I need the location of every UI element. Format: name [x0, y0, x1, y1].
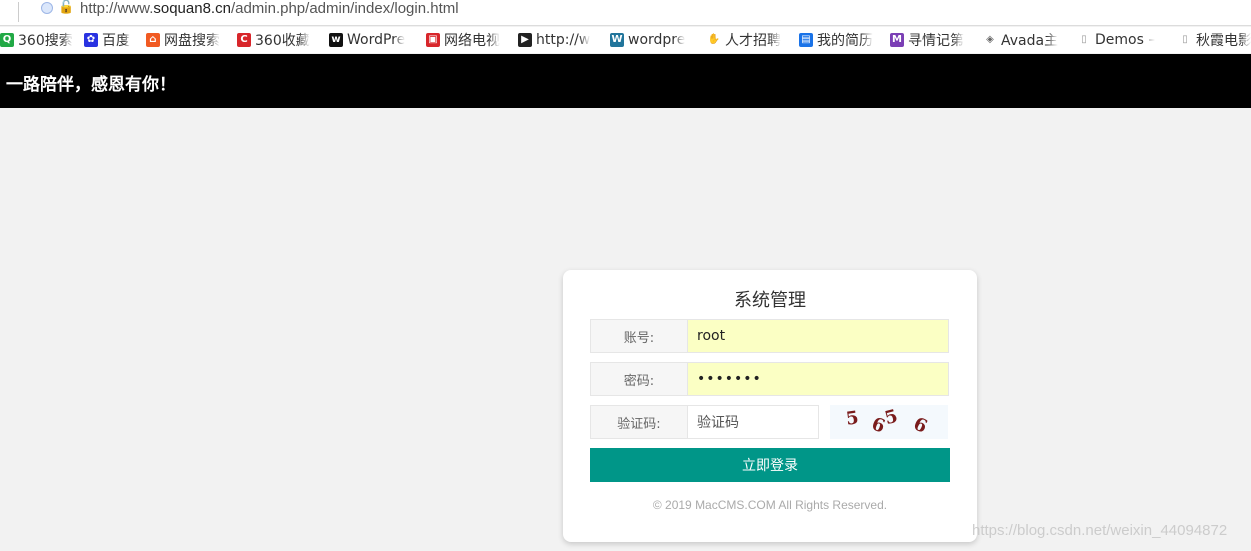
360-search-icon: Q: [0, 33, 14, 47]
bookmark-label: WordPre: [347, 32, 406, 48]
resume-icon: ▤: [799, 33, 813, 47]
insecure-lock-icon[interactable]: 🔓: [58, 0, 74, 15]
bookmark-item[interactable]: w WordPre: [329, 30, 421, 50]
baidu-paw-icon: ✿: [84, 33, 98, 47]
captcha-char: 6: [910, 413, 931, 438]
bookmark-item[interactable]: Q 360搜索: [0, 30, 80, 50]
bookmark-label: 寻情记第: [908, 33, 964, 49]
bookmark-item[interactable]: ◈ Avada主: [983, 30, 1073, 50]
360-c-icon: C: [237, 33, 251, 47]
bookmark-label: 百度: [102, 33, 130, 49]
bookmark-item[interactable]: Wwordpre: [610, 30, 702, 50]
page-icon: ▯: [1182, 34, 1188, 45]
account-label: 账号:: [590, 319, 688, 353]
login-button[interactable]: 立即登录: [590, 448, 950, 482]
site-brand: 一路陪伴，感恩有你！: [6, 75, 176, 95]
bookmark-item[interactable]: C 360收藏: [237, 30, 325, 50]
bookmark-item[interactable]: ✋ 人才招聘: [707, 30, 793, 50]
copyright-text: © 2019 MacCMS.COM All Rights Reserved.: [652, 498, 888, 512]
bookmark-label: wordpre: [628, 32, 686, 48]
captcha-row: 验证码: 验证码: [590, 405, 819, 439]
m-icon: M: [890, 33, 904, 47]
avada-icon: ◈: [986, 34, 994, 45]
bookmark-item[interactable]: ▯ Demos –: [1077, 30, 1173, 50]
globe-icon: [41, 2, 53, 14]
bookmark-label: http://w: [536, 32, 591, 48]
bookmark-label: 秋霞电影: [1196, 33, 1251, 49]
captcha-image[interactable]: 5 6 5 6: [830, 405, 948, 439]
account-input[interactable]: root: [688, 319, 949, 353]
bookmark-item[interactable]: ▣ 网络电视: [426, 30, 512, 50]
login-title: 系统管理: [734, 290, 806, 311]
wp-icon: w: [329, 33, 343, 47]
wordpress-icon: W: [610, 33, 624, 47]
bookmark-item[interactable]: ⌂ 网盘搜索: [146, 30, 232, 50]
captcha-char: 5: [882, 405, 901, 430]
house-icon: ⌂: [146, 33, 160, 47]
account-row: 账号: root: [590, 319, 949, 353]
bookmark-item[interactable]: ▶ http://w: [518, 30, 606, 50]
bookmark-label: 网络电视: [444, 33, 500, 49]
bookmark-item[interactable]: M 寻情记第: [890, 30, 978, 50]
url-text[interactable]: http://www.soquan8.cn/admin.php/admin/in…: [80, 0, 459, 17]
site-header: 一路陪伴，感恩有你！: [0, 54, 1251, 108]
tv-icon: ▣: [426, 33, 440, 47]
bookmark-label: Avada主: [1001, 33, 1059, 49]
bookmark-label: Demos –: [1095, 32, 1156, 48]
password-label: 密码:: [590, 362, 688, 396]
watermark-text: https://blog.csdn.net/weixin_44094872: [972, 522, 1228, 539]
bookmark-item[interactable]: ▤ 我的简历: [799, 30, 885, 50]
password-row: 密码: •••••••: [590, 362, 949, 396]
page-icon: ▯: [1081, 34, 1087, 45]
bookmark-item[interactable]: ✿ 百度: [84, 30, 142, 50]
login-card: 系统管理 账号: root 密码: ••••••• 验证码: 验证码 5 6 5…: [563, 270, 977, 542]
bookmark-label: 人才招聘: [725, 33, 781, 49]
captcha-label: 验证码:: [590, 405, 688, 439]
toolbar-divider: [18, 2, 19, 22]
bookmarks-bar: Q 360搜索 ✿ 百度 ⌂ 网盘搜索 C 360收藏 w WordPre ▣ 网络电视 ▶ http:/…: [0, 27, 1251, 53]
captcha-char: 5: [844, 407, 860, 430]
address-bar[interactable]: 🔓 http://www.soquan8.cn/admin.php/admin/…: [0, 0, 1251, 26]
play-circle-icon: ▶: [518, 33, 532, 47]
hand-icon: ✋: [707, 34, 721, 45]
bookmark-label: 我的简历: [817, 33, 873, 49]
bookmark-label: 360搜索: [18, 33, 73, 49]
password-input[interactable]: •••••••: [688, 362, 949, 396]
bookmark-item[interactable]: ▯ 秋霞电影: [1178, 30, 1251, 50]
captcha-input[interactable]: 验证码: [688, 405, 819, 439]
bookmark-label: 360收藏: [255, 33, 310, 49]
bookmark-label: 网盘搜索: [164, 33, 220, 49]
